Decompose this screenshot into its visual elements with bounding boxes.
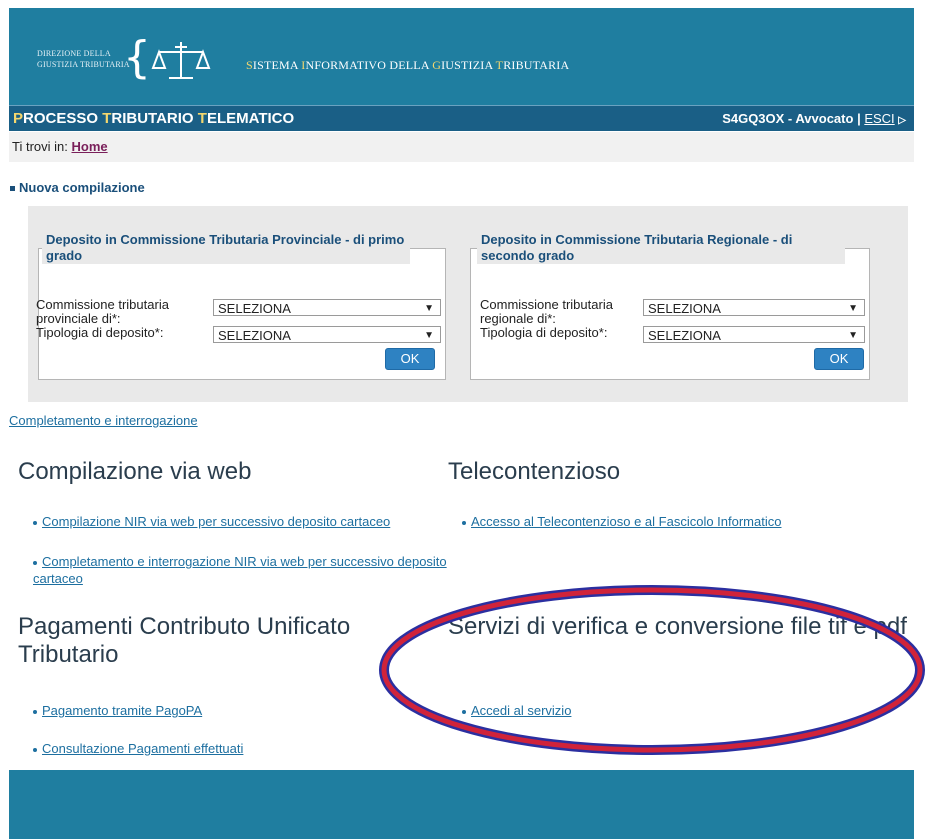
dropdown-arrow-icon: ▼ <box>848 330 858 341</box>
pagopa-link[interactable]: Pagamento tramite PagoPA <box>42 703 202 718</box>
breadcrumb-label: Ti trovi in: <box>12 139 68 154</box>
highlight-oval <box>379 585 925 755</box>
ok-button-provinciale[interactable]: OK <box>385 348 435 370</box>
bullet-square-icon <box>10 186 15 192</box>
logout-icon: ▷ <box>898 115 906 126</box>
nuova-compilazione-panel: Deposito in Commissione Tributaria Provi… <box>28 206 908 402</box>
scales-icon <box>151 42 211 79</box>
dropdown-arrow-icon: ▼ <box>848 303 858 314</box>
app-title-bar: PROCESSO TRIBUTARIO TELEMATICO S4GQ3OX -… <box>9 105 914 131</box>
completamento-link[interactable]: Completamento e interrogazione <box>9 413 198 428</box>
tipologia-deposito-regionale-label: Tipologia di deposito*: <box>480 325 608 340</box>
list-item: Consultazione Pagamenti effettuati <box>33 740 243 757</box>
breadcrumb-home-link[interactable]: Home <box>71 139 107 154</box>
dropdown-arrow-icon: ▼ <box>424 303 434 314</box>
bullet-icon <box>33 560 37 565</box>
dropdown-arrow-icon: ▼ <box>424 330 434 341</box>
bullet-icon <box>33 747 37 752</box>
footer-banner <box>9 770 914 839</box>
list-item: Compilazione NIR via web per successivo … <box>33 513 390 530</box>
section-title-nuova: Nuova compilazione <box>10 180 145 195</box>
commissione-provinciale-select[interactable]: SELEZIONA ▼ <box>213 299 441 316</box>
consultazione-pagamenti-link[interactable]: Consultazione Pagamenti effettuati <box>42 741 243 756</box>
deposito-provinciale-legend: Deposito in Commissione Tributaria Provi… <box>42 232 410 264</box>
dir-line-2: GIUSTIZIA TRIBUTARIA <box>37 60 130 69</box>
telecontenzioso-heading: Telecontenzioso <box>448 458 621 485</box>
tipologia-deposito-label: Tipologia di deposito*: <box>36 325 164 340</box>
dir-line-1: DIREZIONE DELLA <box>37 49 111 58</box>
tipologia-deposito-regionale-select[interactable]: SELEZIONA ▼ <box>643 326 865 343</box>
commissione-regionale-label: Commissione tributaria regionale di*: <box>480 297 613 326</box>
user-area: S4GQ3OX - Avvocato | ESCI ▷ <box>722 111 906 126</box>
user-separator: | <box>857 111 861 126</box>
user-label: S4GQ3OX - Avvocato <box>722 111 854 126</box>
list-item: Accesso al Telecontenzioso e al Fascicol… <box>462 513 781 530</box>
dir-label: DIREZIONE DELLA GIUSTIZIA TRIBUTARIA <box>37 48 130 70</box>
bullet-icon <box>462 520 466 525</box>
app-title: PROCESSO TRIBUTARIO TELEMATICO <box>13 110 295 127</box>
pagamenti-heading: Pagamenti Contributo Unificato Tributari… <box>18 613 351 668</box>
compilazione-web-heading: Compilazione via web <box>18 458 252 485</box>
deposito-regionale-legend: Deposito in Commissione Tributaria Regio… <box>477 232 845 264</box>
telecontenzioso-link[interactable]: Accesso al Telecontenzioso e al Fascicol… <box>471 514 781 529</box>
bullet-icon <box>33 520 37 525</box>
tipologia-deposito-select[interactable]: SELEZIONA ▼ <box>213 326 441 343</box>
brace-icon: { <box>123 32 151 83</box>
compilazione-nir-link[interactable]: Compilazione NIR via web per successivo … <box>42 514 390 529</box>
ok-button-regionale[interactable]: OK <box>814 348 864 370</box>
logout-link[interactable]: ESCI <box>864 111 894 126</box>
header-banner: DIREZIONE DELLA GIUSTIZIA TRIBUTARIA { S… <box>9 8 914 105</box>
commissione-provinciale-label: Commissione tributaria provinciale di*: <box>36 297 169 326</box>
list-item: Pagamento tramite PagoPA <box>33 702 202 719</box>
commissione-regionale-select[interactable]: SELEZIONA ▼ <box>643 299 865 316</box>
bullet-icon <box>33 709 37 714</box>
breadcrumb: Ti trovi in: Home <box>9 132 914 162</box>
system-title: SISTEMA INFORMATIVO DELLA GIUSTIZIA TRIB… <box>246 58 570 72</box>
